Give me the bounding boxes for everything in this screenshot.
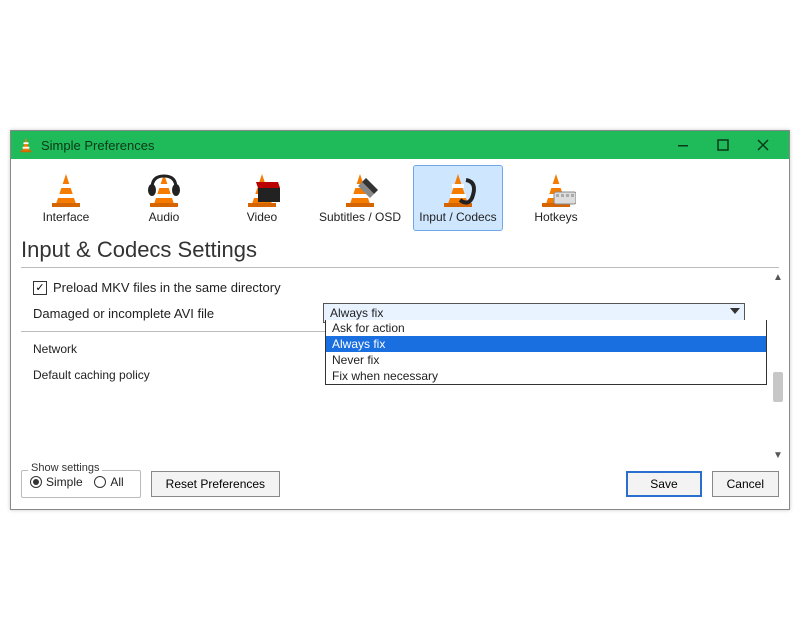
cone-clapper-icon: [238, 170, 286, 210]
titlebar: Simple Preferences: [11, 131, 789, 159]
tab-hotkeys[interactable]: Hotkeys: [511, 165, 601, 231]
scroll-thumb[interactable]: [773, 372, 783, 402]
preload-mkv-checkbox[interactable]: ✓: [33, 281, 47, 295]
cone-icon: [42, 170, 90, 210]
cone-pen-icon: [336, 170, 384, 210]
show-settings-legend: Show settings: [28, 462, 102, 474]
maximize-button[interactable]: [703, 131, 743, 159]
tab-label: Hotkeys: [534, 210, 577, 224]
avi-option-when-necessary[interactable]: Fix when necessary: [326, 368, 766, 384]
preferences-window: Simple Preferences Interface: [10, 130, 790, 510]
cancel-button[interactable]: Cancel: [712, 471, 779, 497]
avi-option-ask[interactable]: Ask for action: [326, 320, 766, 336]
radio-icon: [94, 476, 106, 488]
tab-label: Video: [247, 210, 277, 224]
radio-simple-label: Simple: [46, 475, 83, 489]
vlc-cone-icon: [17, 136, 35, 154]
category-tabs: Interface Audio Video Subtitles / OSD: [11, 159, 789, 235]
close-button[interactable]: [743, 131, 783, 159]
window-title: Simple Preferences: [41, 138, 663, 153]
scroll-up-icon: ▲: [773, 272, 783, 283]
avi-option-never[interactable]: Never fix: [326, 352, 766, 368]
tab-interface[interactable]: Interface: [21, 165, 111, 231]
tab-subtitles[interactable]: Subtitles / OSD: [315, 165, 405, 231]
avi-dropdown: Ask for action Always fix Never fix Fix …: [325, 320, 767, 385]
radio-simple[interactable]: Simple: [30, 475, 83, 489]
tab-audio[interactable]: Audio: [119, 165, 209, 231]
vertical-scrollbar[interactable]: ▲ ▼: [769, 268, 787, 465]
close-icon: [757, 139, 769, 151]
chevron-down-icon: [730, 308, 740, 314]
cone-film-icon: [434, 170, 482, 210]
preload-mkv-row: ✓ Preload MKV files in the same director…: [21, 276, 757, 299]
tab-label: Audio: [149, 210, 180, 224]
maximize-icon: [717, 139, 729, 151]
radio-all-label: All: [110, 475, 123, 489]
avi-label: Damaged or incomplete AVI file: [33, 306, 323, 321]
minimize-icon: [677, 139, 689, 151]
radio-all[interactable]: All: [94, 475, 123, 489]
show-settings-group: Show settings Simple All: [21, 470, 141, 498]
radio-icon: [30, 476, 42, 488]
tab-label: Subtitles / OSD: [319, 210, 401, 224]
tab-video[interactable]: Video: [217, 165, 307, 231]
cone-keyboard-icon: [532, 170, 580, 210]
scroll-down-icon: ▼: [773, 450, 783, 461]
tab-input-codecs[interactable]: Input / Codecs: [413, 165, 503, 231]
reset-preferences-button[interactable]: Reset Preferences: [151, 471, 280, 497]
avi-option-always[interactable]: Always fix: [326, 336, 766, 352]
avi-select-value: Always fix: [330, 306, 383, 320]
cone-headphones-icon: [140, 170, 188, 210]
tab-label: Input / Codecs: [419, 210, 496, 224]
save-button[interactable]: Save: [626, 471, 701, 497]
footer: Show settings Simple All Reset Preferenc…: [11, 465, 789, 509]
page-heading: Input & Codecs Settings: [11, 235, 789, 267]
minimize-button[interactable]: [663, 131, 703, 159]
preload-mkv-label: Preload MKV files in the same directory: [53, 280, 281, 295]
tab-label: Interface: [43, 210, 90, 224]
